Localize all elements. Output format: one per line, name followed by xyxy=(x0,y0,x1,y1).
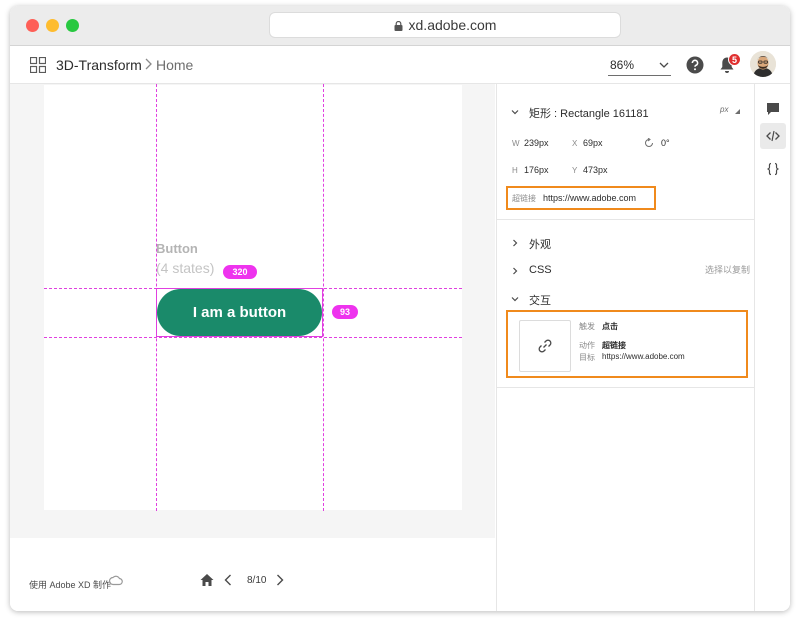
component-title: Button xyxy=(156,241,198,256)
section-css[interactable]: CSS xyxy=(529,264,552,276)
x-value[interactable]: 69px xyxy=(583,138,603,148)
guide-line-bottom xyxy=(44,337,462,338)
zoom-value: 86% xyxy=(610,58,635,72)
braces-icon[interactable] xyxy=(766,162,780,176)
component-subtitle: (4 states) xyxy=(156,260,215,276)
help-icon[interactable] xyxy=(686,56,704,74)
interaction-thumbnail xyxy=(519,320,571,372)
link-icon xyxy=(538,339,552,353)
next-page-icon[interactable] xyxy=(276,574,284,586)
close-window-button[interactable] xyxy=(26,19,39,32)
target-value[interactable]: https://www.adobe.com xyxy=(602,352,685,361)
layer-title: 矩形 : Rectangle 161181 xyxy=(529,108,649,120)
chevron-down-icon xyxy=(659,62,669,68)
target-label: 目标 xyxy=(579,353,595,362)
previous-page-icon[interactable] xyxy=(224,574,232,586)
chevron-right-icon xyxy=(145,58,152,70)
notification-badge: 5 xyxy=(728,53,741,66)
made-with-xd-label: 使用 Adobe XD 制作 xyxy=(29,580,112,590)
section-divider xyxy=(497,387,755,388)
app-header: 3D-Transform Home 86% 5 xyxy=(10,46,790,84)
action-value: 超链接 xyxy=(602,341,626,350)
lock-icon xyxy=(394,21,403,31)
chevron-down-icon[interactable] xyxy=(511,108,519,116)
copy-hint: 选择以复制 xyxy=(705,265,751,275)
y-value[interactable]: 473px xyxy=(583,165,608,175)
comment-icon[interactable] xyxy=(766,102,780,116)
y-label: Y xyxy=(572,166,578,175)
breadcrumb-project[interactable]: 3D-Transform xyxy=(56,57,142,73)
url-text: xd.adobe.com xyxy=(408,17,497,33)
guide-line-right xyxy=(323,84,324,511)
bottom-bar: 使用 Adobe XD 制作 8/10 xyxy=(10,538,495,611)
caret-icon xyxy=(735,109,740,114)
chevron-right-icon[interactable] xyxy=(511,239,519,247)
height-label: H xyxy=(512,166,518,175)
creative-cloud-icon xyxy=(108,575,123,586)
breadcrumb-page[interactable]: Home xyxy=(156,57,193,73)
width-label: W xyxy=(512,139,520,148)
code-icon[interactable] xyxy=(766,129,780,143)
trigger-value: 点击 xyxy=(602,322,618,331)
hyperlink-label: 超链接 xyxy=(512,194,536,203)
chevron-down-icon[interactable] xyxy=(511,295,519,303)
grid-view-icon[interactable] xyxy=(30,57,46,73)
maximize-window-button[interactable] xyxy=(66,19,79,32)
rotate-icon xyxy=(645,138,653,147)
address-bar[interactable]: xd.adobe.com xyxy=(270,13,620,37)
zoom-dropdown[interactable]: 86% xyxy=(608,56,671,76)
demo-button[interactable]: I am a button xyxy=(157,289,322,336)
width-measure-badge: 320 xyxy=(223,265,257,279)
hyperlink-value[interactable]: https://www.adobe.com xyxy=(543,193,636,203)
chevron-right-icon[interactable] xyxy=(511,267,519,275)
title-bar: xd.adobe.com xyxy=(10,6,790,46)
rotation-value[interactable]: 0° xyxy=(661,138,670,148)
avatar[interactable] xyxy=(750,51,776,77)
avatar-face-icon xyxy=(750,51,776,77)
browser-window: xd.adobe.com 3D-Transform Home 86% 5 But… xyxy=(10,6,790,611)
height-value[interactable]: 176px xyxy=(524,165,549,175)
right-rail xyxy=(754,84,790,611)
height-measure-badge: 93 xyxy=(332,305,358,319)
width-value[interactable]: 239px xyxy=(524,138,549,148)
section-interaction[interactable]: 交互 xyxy=(529,292,551,308)
home-icon[interactable] xyxy=(200,573,214,587)
minimize-window-button[interactable] xyxy=(46,19,59,32)
trigger-label: 触发 xyxy=(579,322,595,331)
page-indicator: 8/10 xyxy=(247,575,267,586)
section-divider xyxy=(497,219,755,220)
x-label: X xyxy=(572,139,578,148)
section-appearance[interactable]: 外观 xyxy=(529,236,551,252)
action-label: 动作 xyxy=(579,341,595,350)
unit-toggle[interactable]: px xyxy=(720,105,728,114)
inspect-panel: 矩形 : Rectangle 161181 px W 239px X 69px … xyxy=(496,84,755,611)
